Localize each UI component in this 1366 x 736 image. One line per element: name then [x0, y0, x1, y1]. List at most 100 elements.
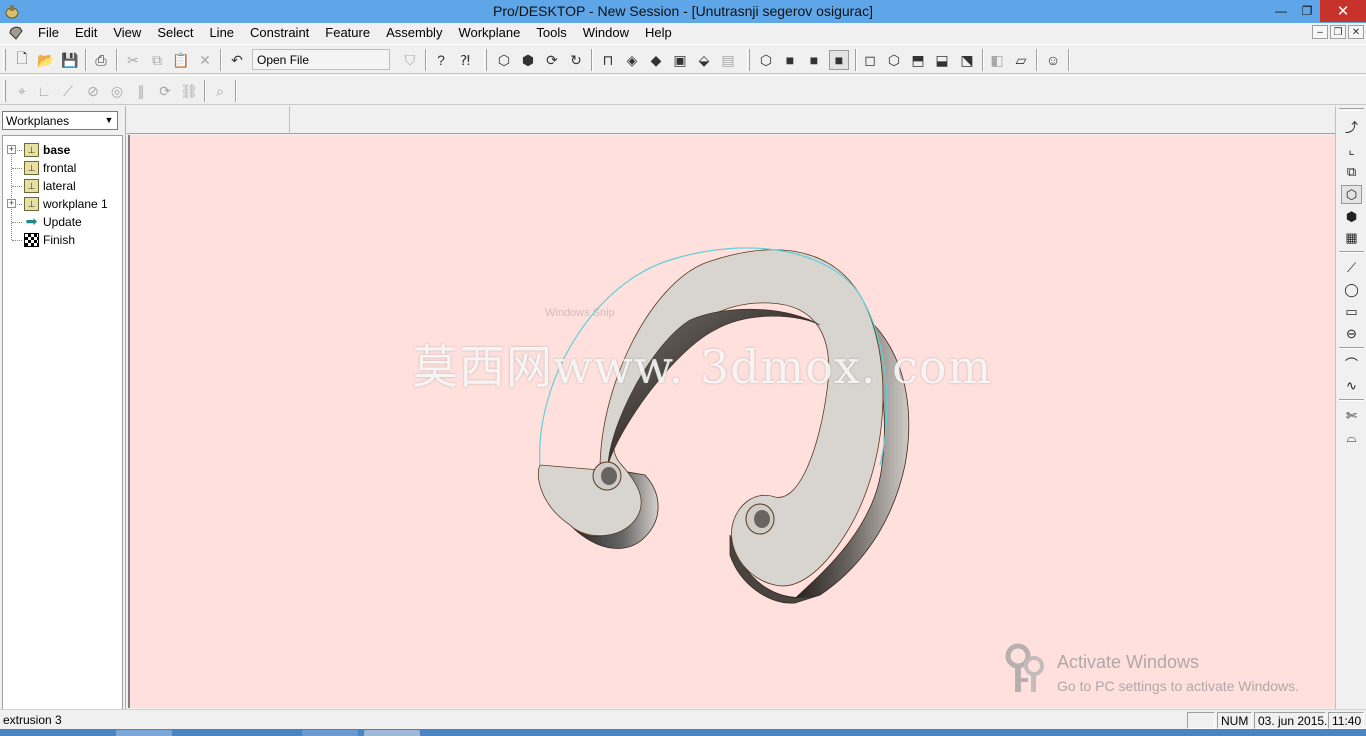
taskbar-button[interactable] — [364, 730, 420, 736]
view-front-icon[interactable]: ◻ — [860, 50, 880, 70]
menu-assembly[interactable]: Assembly — [378, 25, 450, 41]
cut-icon[interactable]: ✂ — [123, 50, 143, 70]
help-icon[interactable]: ? — [431, 50, 451, 70]
display-enhanced-icon[interactable]: ■ — [829, 50, 849, 70]
status-message: extrusion 3 — [3, 713, 62, 727]
display-wireframe-icon[interactable]: ⬡ — [756, 50, 776, 70]
section-icon[interactable]: ◧ — [987, 50, 1007, 70]
sketch-plane-icon[interactable]: ⏥ — [1011, 50, 1031, 70]
select-parts-icon[interactable]: ⬢ — [1341, 207, 1362, 226]
view-pan-icon[interactable]: ⬢ — [518, 50, 538, 70]
spline-tool-icon[interactable]: ∿ — [1341, 376, 1362, 395]
display-shaded-edges-icon[interactable]: ■ — [804, 50, 824, 70]
arc-tool-icon[interactable]: ⌒ — [1341, 354, 1362, 373]
ellipse-tool-icon[interactable]: ⊖ — [1341, 324, 1362, 343]
doc-restore-button[interactable]: ❐ — [1330, 25, 1346, 39]
select-faces-icon[interactable]: ⧉ — [1341, 162, 1362, 181]
menu-file[interactable]: File — [30, 25, 67, 41]
feature-revolve-icon[interactable]: ◈ — [622, 50, 642, 70]
menu-select[interactable]: Select — [149, 25, 201, 41]
menu-edit[interactable]: Edit — [67, 25, 105, 41]
line-tool-icon[interactable]: ⟋ — [1341, 258, 1362, 277]
tree-item-lateral[interactable]: ⊥ lateral — [3, 177, 121, 195]
minimize-button[interactable]: — — [1268, 0, 1294, 22]
toolbar-grip[interactable] — [3, 80, 6, 102]
menu-feature[interactable]: Feature — [317, 25, 378, 41]
menu-line[interactable]: Line — [201, 25, 242, 41]
select-assembly-icon[interactable]: ▦ — [1341, 228, 1362, 247]
circlip-model[interactable] — [537, 247, 910, 604]
feature-sweep-icon[interactable]: ◆ — [646, 50, 666, 70]
feature-loft-icon[interactable]: ⬙ — [694, 50, 714, 70]
feature-extrude-icon[interactable]: ⊓ — [598, 50, 618, 70]
context-help-icon[interactable]: ⁈ — [455, 50, 475, 70]
menu-view[interactable]: View — [105, 25, 149, 41]
menu-window[interactable]: Window — [575, 25, 637, 41]
circle-tool-icon[interactable]: ◯ — [1341, 280, 1362, 299]
tree-item-base[interactable]: + ⊥ base — [3, 141, 121, 159]
constraint-curve-icon[interactable]: ⟳ — [155, 81, 175, 101]
feature-shell-icon[interactable]: ▣ — [670, 50, 690, 70]
tree-item-workplane-1[interactable]: + ⊥ workplane 1 — [3, 195, 121, 213]
graphics-viewport[interactable]: Windows Snip 莫西网www. 3dmox. com Activate… — [128, 135, 1335, 708]
trim-tool-icon[interactable]: ✄ — [1341, 406, 1362, 425]
chevron-down-icon[interactable]: ▼ — [102, 113, 116, 128]
toolbar-grip[interactable] — [484, 49, 487, 71]
doc-minimize-button[interactable]: – — [1312, 25, 1328, 39]
view-right-icon[interactable]: ⬔ — [957, 50, 977, 70]
toolbar-grip[interactable] — [3, 49, 6, 71]
select-edges-icon[interactable]: ⌞ — [1341, 140, 1362, 159]
model-view[interactable] — [130, 135, 1335, 708]
select-lasso-icon[interactable]: ⤴ — [1341, 117, 1362, 136]
taskbar-button[interactable] — [302, 730, 358, 736]
constraint-line-icon[interactable]: ⟋ — [58, 81, 78, 101]
offset-tool-icon[interactable]: ⌓ — [1341, 428, 1362, 447]
measure-icon[interactable]: ⌕ — [210, 81, 230, 101]
delete-icon[interactable]: ✕ — [195, 50, 215, 70]
menu-help[interactable]: Help — [637, 25, 680, 41]
constraint-tangent-icon[interactable]: ⊘ — [83, 81, 103, 101]
restore-button[interactable]: ❐ — [1294, 0, 1320, 22]
view-iso-icon[interactable]: ⬡ — [884, 50, 904, 70]
expand-icon[interactable]: + — [7, 199, 16, 208]
view-top-icon[interactable]: ⬒ — [908, 50, 928, 70]
save-icon[interactable]: 💾 — [60, 50, 80, 70]
view-spin-icon[interactable]: ↻ — [566, 50, 586, 70]
menu-workplane[interactable]: Workplane — [450, 25, 528, 41]
tree-item-finish[interactable]: Finish — [3, 231, 121, 249]
open-folder-icon[interactable]: 📂 — [36, 50, 56, 70]
taskbar-button[interactable] — [116, 730, 172, 736]
close-button[interactable]: ✕ — [1320, 0, 1366, 22]
expand-icon[interactable]: + — [7, 145, 16, 154]
copy-icon[interactable]: ⧉ — [147, 50, 167, 70]
print-icon[interactable]: ⎙ — [91, 50, 111, 70]
document-icon[interactable] — [8, 25, 24, 41]
doc-close-button[interactable]: ✕ — [1348, 25, 1364, 39]
paste-icon[interactable]: 📋 — [171, 50, 191, 70]
keys-icon — [1005, 643, 1044, 692]
select-features-icon[interactable]: ⬡ — [1341, 185, 1362, 204]
display-shaded-icon[interactable]: ■ — [780, 50, 800, 70]
menu-tools[interactable]: Tools — [528, 25, 574, 41]
tree-item-update[interactable]: ➡ Update — [3, 213, 121, 231]
browser-view-dropdown[interactable]: Workplanes ▼ — [2, 111, 118, 130]
rectangle-tool-icon[interactable]: ▭ — [1341, 302, 1362, 321]
stop-icon[interactable]: ⛉ — [400, 50, 420, 70]
constraint-parallel-icon[interactable]: ∥ — [131, 81, 151, 101]
undo-icon[interactable]: ↶ — [227, 50, 247, 70]
tree-item-frontal[interactable]: ⊥ frontal — [3, 159, 121, 177]
feature-pattern-icon[interactable]: ▤ — [718, 50, 738, 70]
view-orbit-icon[interactable]: ⬡ — [494, 50, 514, 70]
constraint-link-icon[interactable]: ⛓ — [179, 81, 199, 101]
open-file-field[interactable]: Open File — [252, 49, 390, 70]
view-left-icon[interactable]: ⬓ — [932, 50, 952, 70]
new-file-icon[interactable]: 🗋 — [12, 50, 32, 70]
smiley-icon[interactable]: ☺ — [1043, 50, 1063, 70]
constraint-fix-icon[interactable]: ⌖ — [12, 81, 32, 101]
constraint-perpendicular-icon[interactable]: ∟ — [34, 81, 54, 101]
constraint-concentric-icon[interactable]: ◎ — [107, 81, 127, 101]
toolbar-grip[interactable] — [1339, 108, 1364, 111]
menu-constraint[interactable]: Constraint — [242, 25, 317, 41]
toolbar-grip[interactable] — [747, 49, 750, 71]
view-rotate-icon[interactable]: ⟳ — [542, 50, 562, 70]
